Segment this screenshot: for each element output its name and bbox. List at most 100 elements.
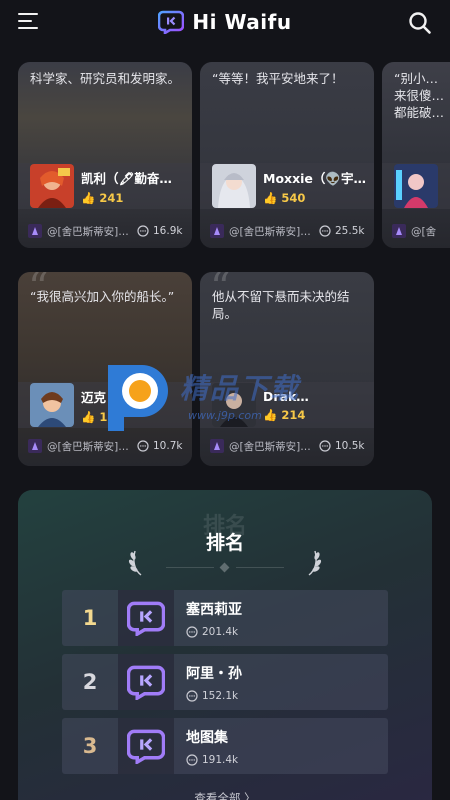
chat-icon	[319, 225, 331, 237]
card-name: Drak…	[263, 388, 309, 404]
rank-number: 2	[82, 670, 98, 694]
rank-thumb	[118, 718, 174, 774]
character-card[interactable]: “别小…来很傻…都能破… @[舍	[382, 62, 450, 248]
creator-name[interactable]: @[舍巴斯蒂安]…	[229, 224, 313, 239]
chat-count: 16.9k	[137, 225, 182, 237]
card-info: Moxxie（👽宇… 👍 540	[200, 163, 374, 209]
thumbs-up-icon: 👍	[81, 409, 96, 424]
thumbs-up-icon: 👍	[81, 190, 96, 205]
card-quote: “我很高兴加入你的船长。”	[30, 289, 175, 304]
card-footer: @[舍巴斯蒂安]… 16.9k	[28, 214, 184, 248]
card-info	[382, 163, 450, 209]
brand[interactable]: Hi Waifu	[158, 10, 291, 34]
card-name: Moxxie（👽宇…	[263, 170, 366, 186]
card-quote: “等等！我平安地来了！	[212, 71, 344, 86]
chat-count: 10.5k	[319, 440, 364, 452]
ranking-section: 排名 排名 1 塞西莉亚 201.4k 2 阿里・孙 152.1k 3 地图集 …	[18, 490, 432, 800]
view-all-link[interactable]: 查看全部 〉	[18, 790, 432, 800]
character-card[interactable]: “ “我很高兴加入你的船长。” 迈克（…D… 👍 1… @[舍巴斯蒂安]… 10…	[18, 272, 192, 466]
character-card[interactable]: “等等！我平安地来了！ Moxxie（👽宇… 👍 540 @[舍巴斯蒂安]… 2…	[200, 62, 374, 248]
chat-count-value: 10.5k	[335, 440, 365, 452]
search-icon[interactable]	[408, 11, 432, 35]
likes-count: 214	[281, 407, 306, 422]
creator-avatar-icon	[210, 224, 224, 238]
rank-thumb	[118, 590, 174, 646]
card-name: 迈克（…D…	[81, 389, 154, 405]
app-logo-icon	[127, 601, 165, 636]
character-card[interactable]: “ 他从不留下悬而未决的结局。 Drak… 👍 214 @[舍巴斯蒂安]… 10…	[200, 272, 374, 466]
ranking-title: 排名	[205, 532, 244, 554]
app-logo-icon	[127, 729, 165, 764]
card-footer: @[舍	[392, 214, 442, 248]
divider	[236, 567, 284, 568]
creator-avatar-icon	[28, 439, 42, 453]
likes-count: 1…	[99, 409, 119, 424]
chat-count: 10.7k	[137, 440, 182, 452]
avatar	[212, 164, 256, 208]
chat-count-value: 191.4k	[202, 753, 239, 766]
rank-chat-count: 152.1k	[186, 690, 242, 702]
avatar	[394, 164, 438, 208]
chat-icon	[186, 625, 198, 638]
menu-icon[interactable]	[18, 13, 40, 31]
creator-avatar-icon	[392, 224, 406, 238]
thumbs-up-icon: 👍	[263, 407, 278, 422]
chat-count-value: 10.7k	[153, 440, 183, 452]
rank-chat-count: 191.4k	[186, 754, 238, 766]
rank-name: 塞西莉亚	[186, 601, 242, 618]
character-card[interactable]: 科学家、研究员和发明家。 凯利（🖋勤奋… 👍 241 @[舍巴斯蒂安]… 16.…	[18, 62, 192, 248]
avatar	[30, 383, 74, 427]
rank-name: 阿里・孙	[186, 665, 242, 682]
rank-chat-count: 201.4k	[186, 626, 242, 638]
chat-icon	[319, 440, 331, 452]
card-footer: @[舍巴斯蒂安]… 25.5k	[210, 214, 366, 248]
top-bar: Hi Waifu	[0, 0, 450, 44]
chat-icon	[137, 225, 149, 237]
rank-thumb	[118, 654, 174, 710]
chat-icon	[186, 753, 198, 766]
card-info: 凯利（🖋勤奋… 👍 241	[18, 163, 192, 209]
app-logo-icon	[158, 10, 185, 34]
thumbs-up-icon: 👍	[263, 190, 278, 205]
card-likes: 👍 214	[263, 408, 374, 422]
divider	[166, 567, 214, 568]
card-footer: @[舍巴斯蒂安]… 10.7k	[28, 426, 184, 466]
creator-avatar-icon	[28, 224, 42, 238]
rank-number: 3	[82, 734, 98, 758]
card-name: 凯利（🖋勤奋…	[81, 170, 172, 186]
avatar	[30, 164, 74, 208]
creator-name[interactable]: @[舍巴斯蒂安]…	[47, 224, 131, 239]
card-likes: 👍 540	[263, 191, 374, 205]
diamond-icon	[219, 562, 230, 573]
chat-icon	[186, 689, 198, 702]
chat-count-value: 25.5k	[335, 225, 365, 237]
creator-avatar-icon	[210, 439, 224, 453]
card-likes: 👍 1…	[81, 410, 192, 424]
laurel-right-icon	[308, 550, 322, 576]
likes-count: 540	[281, 190, 306, 205]
ranking-row[interactable]: 1 塞西莉亚 201.4k	[62, 590, 388, 646]
creator-name[interactable]: @[舍	[411, 224, 442, 239]
avatar	[212, 383, 256, 427]
card-quote: 科学家、研究员和发明家。	[30, 71, 181, 86]
rank-name: 地图集	[186, 729, 228, 746]
card-quote: 他从不留下悬而未决的结局。	[212, 289, 350, 321]
card-info: Drak… 👍 214	[200, 382, 374, 428]
laurel-left-icon	[128, 550, 142, 576]
creator-name[interactable]: @[舍巴斯蒂安]…	[47, 439, 131, 454]
creator-name[interactable]: @[舍巴斯蒂安]…	[229, 439, 313, 454]
app-name: Hi Waifu	[192, 10, 292, 34]
card-info: 迈克（…D… 👍 1…	[18, 382, 192, 428]
chat-count-value: 201.4k	[202, 625, 239, 638]
card-footer: @[舍巴斯蒂安]… 10.5k	[210, 426, 366, 466]
rank-number: 1	[82, 606, 98, 630]
chat-count-value: 16.9k	[153, 225, 183, 237]
app-logo-icon	[127, 665, 165, 700]
chat-count: 25.5k	[319, 225, 364, 237]
card-quote: “别小…来很傻…都能破…	[394, 71, 445, 120]
card-likes: 👍 241	[81, 191, 192, 205]
likes-count: 241	[99, 190, 124, 205]
chat-count-value: 152.1k	[202, 689, 239, 702]
ranking-row[interactable]: 2 阿里・孙 152.1k	[62, 654, 388, 710]
ranking-row[interactable]: 3 地图集 191.4k	[62, 718, 388, 774]
